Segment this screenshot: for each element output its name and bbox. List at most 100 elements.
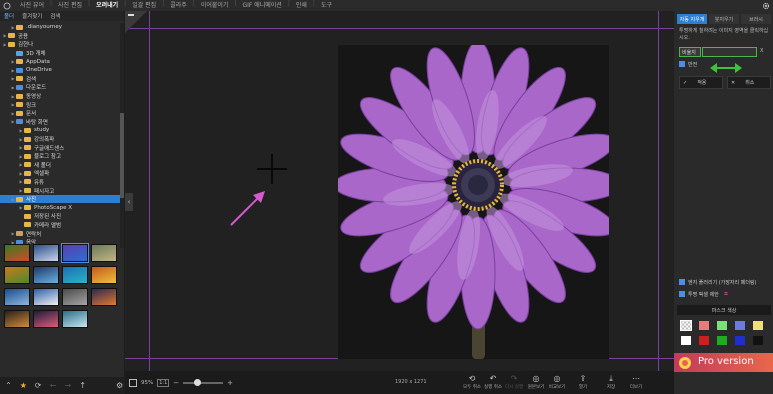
collapse-left-panel-button[interactable]: ‹ (125, 193, 133, 211)
folder-tree-item[interactable]: ▶ 블로그 참고 (0, 152, 120, 161)
photo-thumbnail[interactable] (33, 288, 59, 306)
transparent-pixel-checkbox[interactable] (679, 291, 685, 297)
app-logo-icon[interactable] (0, 0, 14, 11)
ratio-slider-field[interactable] (702, 47, 757, 57)
zoom-in-icon[interactable]: + (227, 379, 233, 387)
folder-tree-item[interactable]: ▶ 링크 (0, 100, 120, 109)
folder-tree-item[interactable]: ▶ 김현나 (0, 40, 120, 49)
folder-tree-item[interactable]: ▶ OneDrive (0, 66, 120, 75)
zoom-out-icon[interactable]: − (173, 379, 179, 387)
photo-thumbnail[interactable] (4, 310, 30, 328)
folder-tree-item[interactable]: ▶ PhotoScape X (0, 203, 120, 212)
menu-tab[interactable]: 사진 편집 (52, 0, 88, 11)
photo-thumbnail[interactable] (91, 288, 117, 306)
save-button[interactable]: ⤓ 저장 (600, 373, 622, 393)
tab-brush[interactable]: 브러시 (741, 14, 771, 24)
photo-thumbnail[interactable] (33, 266, 59, 284)
panel-settings-icon[interactable]: ⚙ (115, 381, 124, 390)
color-swatch[interactable] (699, 336, 709, 345)
folder-tree-item[interactable]: 저장된 사진 (0, 212, 120, 221)
folder-tree-item[interactable]: ▶ 검색 (0, 75, 120, 84)
scrollbar-thumb[interactable] (120, 113, 124, 198)
open-button[interactable]: ⇪ 열기 (572, 373, 594, 393)
edge-feather-checkbox[interactable] (679, 279, 685, 285)
color-swatch[interactable] (753, 336, 763, 345)
folder-tree-item[interactable]: ▶ 공용 (0, 32, 120, 41)
folder-tree-item[interactable]: 카메라 앨범 (0, 221, 120, 230)
folder-tree-item[interactable]: ▶ 다운로드 (0, 83, 120, 92)
folder-tree-item[interactable]: ▶ .dianyourney (0, 23, 120, 32)
compare2-button[interactable]: ◎ 비교보기 (546, 373, 568, 393)
tab-favorites[interactable]: 즐겨찾기 (18, 12, 46, 20)
compare-button[interactable]: ◎ 원본보기 (525, 373, 547, 393)
tab-folders[interactable]: 폴더 (0, 12, 18, 20)
color-swatch[interactable] (699, 321, 709, 330)
photo-thumbnail[interactable] (33, 310, 59, 328)
folder-tree-item[interactable]: ▶ 문서 (0, 109, 120, 118)
menu-tab[interactable]: 인쇄 (290, 0, 313, 11)
more-button[interactable]: ⋯ 더보기 (625, 373, 647, 393)
pro-version-banner[interactable]: Pro version (674, 353, 773, 372)
folder-tree-item[interactable]: ▶ 바탕 화면 (0, 118, 120, 127)
ratio-dropdown[interactable]: 비율지 (679, 47, 701, 57)
refresh-icon[interactable]: ⟳ (34, 381, 43, 390)
zoom-fit-button[interactable]: 1:1 (157, 378, 170, 387)
redo-button[interactable]: ↷ 다시 실행 (503, 373, 525, 393)
menu-tab[interactable]: GIF 애니메이션 (236, 0, 287, 11)
forward-arrow-icon[interactable]: → (63, 381, 72, 390)
photo-thumbnail[interactable] (4, 288, 30, 306)
folder-tree-item[interactable]: ▶ 구글애드센스 (0, 143, 120, 152)
color-swatch[interactable] (753, 321, 763, 330)
folder-tree-item[interactable]: ▶ 사진 (0, 194, 120, 204)
folder-tree-item[interactable]: 3D 개체 (0, 49, 120, 58)
color-swatch[interactable] (717, 321, 727, 330)
editor-canvas[interactable] (125, 11, 674, 371)
cancel-button[interactable]: ✕ 취소 (727, 76, 771, 89)
color-swatch[interactable] (735, 336, 745, 345)
view-mode-icon[interactable] (129, 378, 137, 387)
menu-tab[interactable]: 일괄 편집 (126, 0, 162, 11)
collapse-up-icon[interactable]: ⌃ (4, 381, 13, 390)
zoom-slider-thumb[interactable] (193, 378, 201, 386)
invert-checkbox[interactable] (679, 61, 685, 67)
photo-thumbnail[interactable] (91, 266, 117, 284)
color-swatch[interactable] (681, 336, 691, 345)
apply-button[interactable]: ✓ 적용 (679, 76, 723, 89)
tab-brush-erase[interactable]: 붓지우기 (709, 14, 739, 24)
settings-gear-icon[interactable] (761, 0, 771, 11)
menu-tab[interactable]: 콜라주 (164, 0, 193, 11)
folder-tree-item[interactable]: ▶ 강의폭파 (0, 135, 120, 144)
color-swatch[interactable] (680, 320, 692, 331)
photo-thumbnail[interactable] (62, 288, 88, 306)
photo-thumbnail[interactable] (33, 244, 59, 262)
folder-tree-item[interactable]: ▶ 엑셀파 (0, 169, 120, 178)
photo-thumbnail[interactable] (62, 310, 88, 328)
folder-tree-item[interactable]: ▶ AppData (0, 57, 120, 66)
menu-tab[interactable]: 도구 (315, 0, 338, 11)
menu-tab[interactable]: 이어붙이기 (195, 0, 235, 11)
zoom-percent[interactable]: 95% (141, 380, 153, 386)
undo-all-button[interactable]: ⟲ 모두 취소 (461, 373, 483, 393)
folder-tree-item[interactable]: ▶ 새 폴더 (0, 161, 120, 170)
tab-search[interactable]: 검색 (46, 12, 64, 20)
menu-tab[interactable]: 사진 뷰어 (14, 0, 50, 11)
up-arrow-icon[interactable]: ↑ (78, 381, 87, 390)
photo-thumbnail[interactable] (62, 266, 88, 284)
tab-auto-eraser[interactable]: 자동 지우개 (677, 14, 707, 24)
folder-tree-item[interactable]: ▶ 동영상 (0, 92, 120, 101)
folder-tree-scrollbar[interactable] (120, 23, 124, 248)
photo-thumbnail[interactable] (4, 244, 30, 262)
zoom-slider[interactable] (183, 378, 224, 386)
folder-tree-item[interactable]: ▶ 패시자고 (0, 186, 120, 195)
folder-tree-item[interactable]: ▶ 연락처 (0, 229, 120, 238)
flower-image[interactable] (338, 45, 609, 359)
undo-button[interactable]: ↶ 실행 취소 (482, 373, 504, 393)
photo-thumbnail[interactable] (61, 243, 89, 263)
menu-tab[interactable]: 오려내기 (90, 0, 124, 11)
folder-tree-item[interactable]: ▶ study (0, 126, 120, 135)
color-swatch[interactable] (735, 321, 745, 330)
color-swatch[interactable] (717, 336, 727, 345)
favorite-star-icon[interactable]: ★ (19, 381, 28, 390)
folder-tree-item[interactable]: ▶ 유튜 (0, 178, 120, 187)
photo-thumbnail[interactable] (4, 266, 30, 284)
